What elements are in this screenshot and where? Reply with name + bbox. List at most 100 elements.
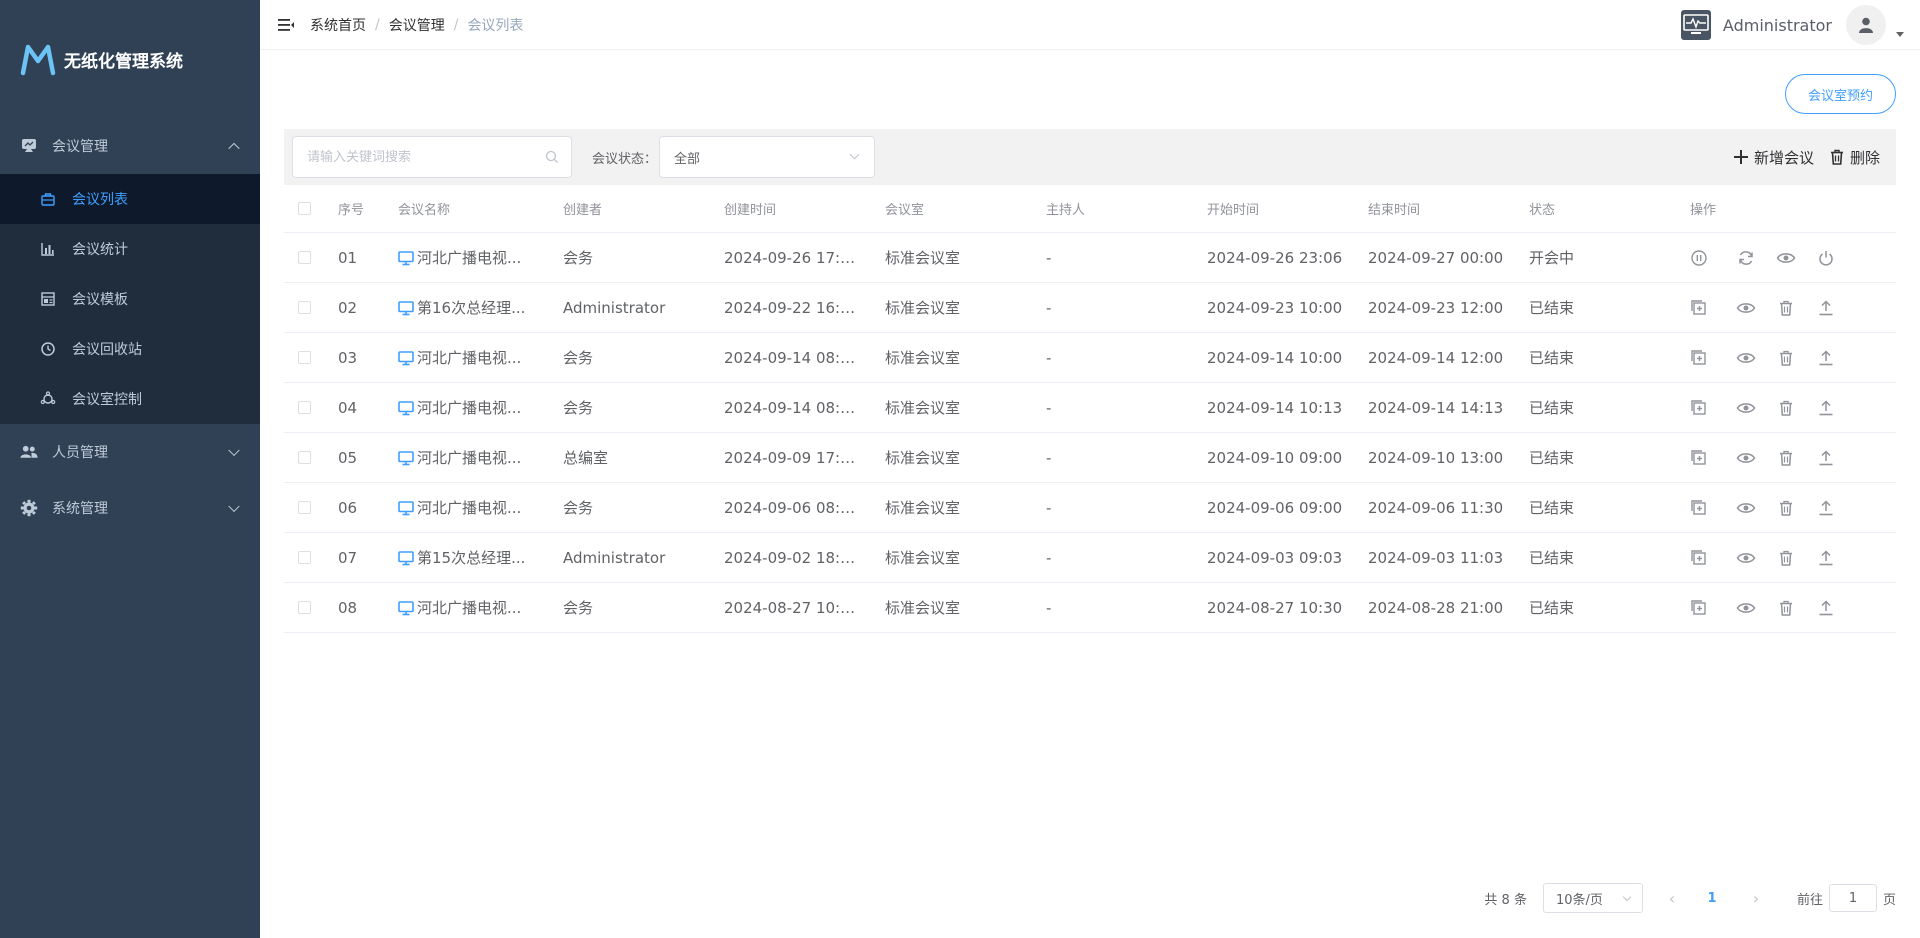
cell-start-time: 2024-09-14 10:13 [1207,398,1343,417]
eye-action-icon[interactable] [1726,497,1766,519]
copy-action-icon[interactable] [1690,297,1720,319]
row-checkbox[interactable] [298,601,311,614]
row-checkbox-cell [298,583,312,632]
cell-name[interactable]: 河北广播电视... [398,433,558,482]
trash-action-icon[interactable] [1766,347,1806,369]
sidebar-item-meeting-stats[interactable]: 会议统计 [0,224,260,274]
eye-action-icon[interactable] [1726,547,1766,569]
cell-end-time: 2024-09-06 11:30 [1368,498,1504,517]
eye-action-icon[interactable] [1726,597,1766,619]
copy-action-icon[interactable] [1690,597,1720,619]
cell-name[interactable]: 第16次总经理... [398,283,558,332]
cell-name[interactable]: 河北广播电视... [398,583,558,632]
trash-action-icon[interactable] [1766,547,1806,569]
table-row[interactable]: 06 河北广播电视... 会务 2024-09-06 08:3... 标准会议室 - 202… [284,483,1896,533]
copy-action-icon[interactable] [1690,547,1720,569]
select-all-checkbox[interactable] [298,202,311,215]
created-time-text: 2024-08-27 10:1... [724,598,859,617]
meeting-name: 河北广播电视... [417,499,522,517]
avatar[interactable] [1846,5,1886,45]
refresh-action-icon[interactable] [1726,247,1766,269]
sidebar-item-room-control[interactable]: 会议室控制 [0,374,260,424]
menu-system-management[interactable]: 系统管理 [0,480,260,536]
cell-name[interactable]: 河北广播电视... [398,233,558,282]
pause-action-icon[interactable] [1690,247,1720,269]
copy-action-icon[interactable] [1690,347,1720,369]
cell-creator: 会务 [563,399,594,417]
power-action-icon[interactable] [1806,247,1846,269]
trash-action-icon[interactable] [1766,597,1806,619]
meeting-icon [20,137,38,155]
upload-action-icon[interactable] [1806,297,1846,319]
row-checkbox[interactable] [298,301,311,314]
row-checkbox[interactable] [298,351,311,364]
row-checkbox[interactable] [298,451,311,464]
row-checkbox[interactable] [298,401,311,414]
add-meeting-button[interactable]: 新增会议 [1732,147,1814,168]
eye-action-icon[interactable] [1726,347,1766,369]
page-size-select[interactable]: 10条/页 [1542,883,1643,913]
room-reservation-button[interactable]: 会议室预约 [1784,74,1896,114]
prev-page-icon[interactable]: ‹ [1657,889,1687,908]
cell-room: 标准会议室 [885,249,961,267]
trash-action-icon[interactable] [1766,297,1806,319]
eye-action-icon[interactable] [1726,447,1766,469]
copy-action-icon[interactable] [1690,447,1720,469]
upload-action-icon[interactable] [1806,597,1846,619]
table-row[interactable]: 05 河北广播电视... 总编室 2024-09-09 17:0... 标准会议室 - 20… [284,433,1896,483]
table-row[interactable]: 08 河北广播电视... 会务 2024-08-27 10:1... 标准会议室 - 202… [284,583,1896,633]
breadcrumb-meeting-management[interactable]: 会议管理 [389,15,445,35]
column-header: 状态 [1529,203,1556,218]
copy-action-icon[interactable] [1690,397,1720,419]
table-row[interactable]: 03 河北广播电视... 会务 2024-09-14 08:4... 标准会议室 - 202… [284,333,1896,383]
upload-action-icon[interactable] [1806,397,1846,419]
cell-creator: Administrator [563,548,666,567]
page-number[interactable]: 1 [1697,891,1727,906]
row-actions [1690,583,1890,632]
search-icon[interactable] [545,150,559,164]
breadcrumb-home[interactable]: 系统首页 [310,15,366,35]
upload-action-icon[interactable] [1806,547,1846,569]
eye-action-icon[interactable] [1726,397,1766,419]
copy-action-icon[interactable] [1690,497,1720,519]
monitor-icon[interactable] [1680,10,1711,40]
cell-no: 03 [338,348,358,367]
menu-personnel-management[interactable]: 人员管理 [0,424,260,480]
sidebar-item-meeting-template[interactable]: 会议模板 [0,274,260,324]
sidebar-item-meeting-list[interactable]: 会议列表 [0,174,260,224]
cell-name[interactable]: 第15次总经理... [398,533,558,582]
next-page-icon[interactable]: › [1741,889,1771,908]
goto-page-input[interactable] [1828,884,1877,912]
upload-action-icon[interactable] [1806,447,1846,469]
user-name[interactable]: Administrator [1723,16,1832,35]
cell-name[interactable]: 河北广播电视... [398,483,558,532]
created-time-text: 2024-09-06 08:3... [724,498,859,517]
row-checkbox[interactable] [298,551,311,564]
cell-name[interactable]: 河北广播电视... [398,333,558,382]
trash-action-icon[interactable] [1766,397,1806,419]
upload-action-icon[interactable] [1806,347,1846,369]
table-row[interactable]: 07 第15次总经理... Administrator 2024-09-02 18:4… [284,533,1896,583]
caret-down-icon[interactable] [1896,31,1904,37]
row-checkbox[interactable] [298,251,311,264]
trash-action-icon[interactable] [1766,447,1806,469]
eye-action-icon[interactable] [1766,247,1806,269]
search-input[interactable] [307,149,527,165]
table-row[interactable]: 02 第16次总经理... Administrator 2024-09-22 16:1… [284,283,1896,333]
table-row[interactable]: 04 河北广播电视... 会务 2024-09-14 08:3... 标准会议室 - 202… [284,383,1896,433]
cell-name[interactable]: 河北广播电视... [398,383,558,432]
delete-button[interactable]: 删除 [1828,147,1880,168]
table-row[interactable]: 01 河北广播电视... 会务 2024-09-26 17:1... 标准会议室 - 202… [284,233,1896,283]
row-checkbox[interactable] [298,501,311,514]
sidebar-item-meeting-recycle[interactable]: 会议回收站 [0,324,260,374]
status-filter-select[interactable]: 全部 [659,136,876,178]
upload-action-icon[interactable] [1806,497,1846,519]
hamburger-icon[interactable] [276,15,296,35]
monitor-icon [398,250,414,266]
trash-action-icon[interactable] [1766,497,1806,519]
row-checkbox-cell [298,433,312,482]
eye-action-icon[interactable] [1726,297,1766,319]
menu-meeting-management[interactable]: 会议管理 [0,118,260,174]
menu-group-meeting: 会议管理 会议列表 会议统计 会议模板 会议回收站 会议室控制 [0,118,260,424]
cell-created-time: 2024-09-22 16:1... [724,283,884,332]
